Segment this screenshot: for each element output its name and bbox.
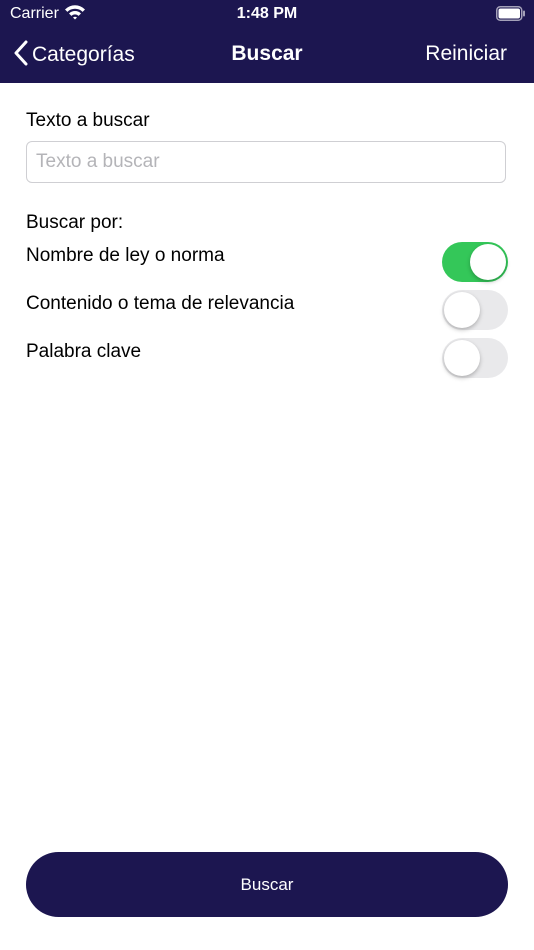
reset-button[interactable]: Reiniciar (425, 42, 507, 66)
back-button[interactable]: Categorías (14, 40, 135, 70)
toggle-knob (470, 244, 506, 280)
battery-icon (496, 6, 526, 26)
chevron-left-icon (14, 40, 28, 71)
option-row-content-topic: Contenido o tema de relevancia (26, 290, 508, 332)
option-label: Palabra clave (26, 341, 142, 362)
app-header: Carrier 1:48 PM Categorías Buscar Reinic… (0, 0, 534, 83)
search-input[interactable] (26, 141, 506, 183)
toggle-knob (444, 340, 480, 376)
toggle-law-name[interactable] (442, 242, 508, 282)
status-bar: Carrier 1:48 PM (0, 0, 534, 28)
status-time: 1:48 PM (236, 5, 298, 22)
search-by-label: Buscar por: (26, 212, 124, 233)
navigation-bar: Categorías Buscar Reiniciar (0, 30, 534, 80)
option-row-law-name: Nombre de ley o norma (26, 242, 508, 284)
search-text-label: Texto a buscar (26, 110, 150, 131)
toggle-content-topic[interactable] (442, 290, 508, 330)
toggle-knob (444, 292, 480, 328)
toggle-keyword[interactable] (442, 338, 508, 378)
option-row-keyword: Palabra clave (26, 338, 508, 380)
option-label: Nombre de ley o norma (26, 245, 225, 266)
search-button[interactable]: Buscar (26, 852, 508, 917)
back-button-label: Categorías (32, 43, 135, 66)
option-label: Contenido o tema de relevancia (26, 293, 295, 314)
